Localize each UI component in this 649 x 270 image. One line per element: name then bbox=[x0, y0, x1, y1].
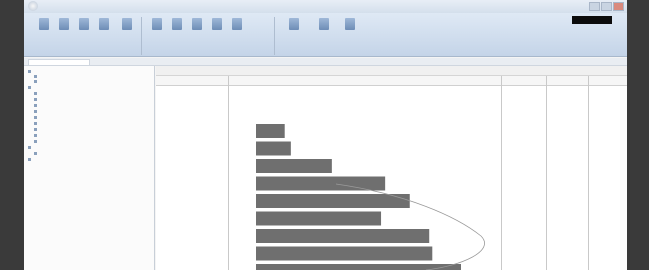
tree-item[interactable] bbox=[34, 109, 39, 113]
file-icon bbox=[34, 109, 37, 113]
tree-item[interactable] bbox=[34, 74, 39, 78]
ribbon-icon bbox=[122, 18, 132, 30]
file-icon bbox=[34, 115, 37, 119]
ribbon-icon bbox=[152, 18, 162, 30]
ribbon-button-5[interactable] bbox=[119, 18, 135, 42]
ribbon-separator bbox=[274, 17, 275, 55]
ribbon-separator bbox=[141, 17, 142, 55]
file-icon bbox=[34, 139, 37, 143]
histogram-chart bbox=[256, 124, 485, 270]
minimize-button[interactable] bbox=[589, 2, 600, 11]
folder-icon bbox=[28, 85, 31, 89]
ribbon-button-6[interactable] bbox=[149, 18, 165, 42]
maximize-button[interactable] bbox=[601, 2, 612, 11]
main-content bbox=[156, 66, 627, 270]
folder-icon bbox=[28, 145, 31, 149]
tree-item[interactable] bbox=[28, 85, 33, 89]
document-tab-strip bbox=[24, 58, 627, 66]
folder-icon bbox=[28, 157, 31, 161]
tree-item[interactable] bbox=[28, 157, 33, 161]
histogram-bar bbox=[256, 211, 382, 226]
ribbon-icon bbox=[79, 18, 89, 30]
histogram-bars bbox=[256, 124, 461, 270]
app-menu-button[interactable] bbox=[28, 1, 38, 11]
app-window bbox=[24, 0, 627, 270]
folder-icon bbox=[28, 69, 31, 73]
title-bar bbox=[24, 0, 627, 13]
ribbon-icon bbox=[345, 18, 355, 30]
tree-item[interactable] bbox=[34, 139, 39, 143]
histogram-bar bbox=[256, 229, 430, 243]
tree-item[interactable] bbox=[34, 121, 39, 125]
file-icon bbox=[34, 91, 37, 95]
histogram-bar bbox=[256, 141, 291, 156]
ribbon-icon bbox=[212, 18, 222, 30]
folder-icon bbox=[34, 79, 37, 83]
ribbon-icon bbox=[232, 18, 242, 30]
tree-item[interactable] bbox=[28, 69, 33, 73]
histogram-bar bbox=[256, 194, 410, 208]
ribbon-toolbar bbox=[24, 13, 627, 57]
tree-item[interactable] bbox=[34, 79, 39, 83]
ribbon-button-8[interactable] bbox=[189, 18, 205, 42]
file-icon bbox=[34, 97, 37, 101]
document-tab[interactable] bbox=[28, 59, 90, 66]
help-panel-box[interactable] bbox=[572, 16, 612, 24]
file-icon bbox=[34, 151, 37, 155]
ribbon-button-7[interactable] bbox=[169, 18, 185, 42]
tree-item[interactable] bbox=[34, 133, 39, 137]
tree-item[interactable] bbox=[28, 145, 33, 149]
histogram-bar bbox=[256, 124, 285, 138]
ribbon-button-10[interactable] bbox=[229, 18, 245, 42]
ribbon-button-3[interactable] bbox=[76, 18, 92, 42]
tree-sidebar bbox=[24, 66, 155, 270]
close-button[interactable] bbox=[613, 2, 624, 11]
ribbon-button-11[interactable] bbox=[286, 18, 302, 42]
histogram-bar bbox=[256, 159, 332, 173]
file-icon bbox=[34, 133, 37, 137]
tree-item[interactable] bbox=[34, 127, 39, 131]
histogram-bar bbox=[256, 246, 433, 261]
ribbon-icon bbox=[289, 18, 299, 30]
tree-item[interactable] bbox=[34, 115, 39, 119]
ribbon-icon bbox=[99, 18, 109, 30]
histogram-bar bbox=[256, 176, 386, 191]
tree-item[interactable] bbox=[34, 97, 39, 101]
ribbon-button-13[interactable] bbox=[342, 18, 358, 42]
ribbon-icon bbox=[59, 18, 69, 30]
ribbon-icon bbox=[39, 18, 49, 30]
file-icon bbox=[34, 121, 37, 125]
file-icon bbox=[34, 127, 37, 131]
ribbon-button-2[interactable] bbox=[56, 18, 72, 42]
ribbon-button-9[interactable] bbox=[209, 18, 225, 42]
ribbon-icon bbox=[172, 18, 182, 30]
ribbon-button-12[interactable] bbox=[316, 18, 332, 42]
ribbon-icon bbox=[319, 18, 329, 30]
ribbon-button-4[interactable] bbox=[96, 18, 112, 42]
tree-item[interactable] bbox=[34, 91, 39, 95]
tree-item[interactable] bbox=[34, 151, 39, 155]
ribbon-icon bbox=[192, 18, 202, 30]
ribbon-button-1[interactable] bbox=[36, 18, 52, 42]
folder-icon bbox=[34, 74, 37, 78]
file-icon bbox=[34, 103, 37, 107]
tree-item[interactable] bbox=[34, 103, 39, 107]
